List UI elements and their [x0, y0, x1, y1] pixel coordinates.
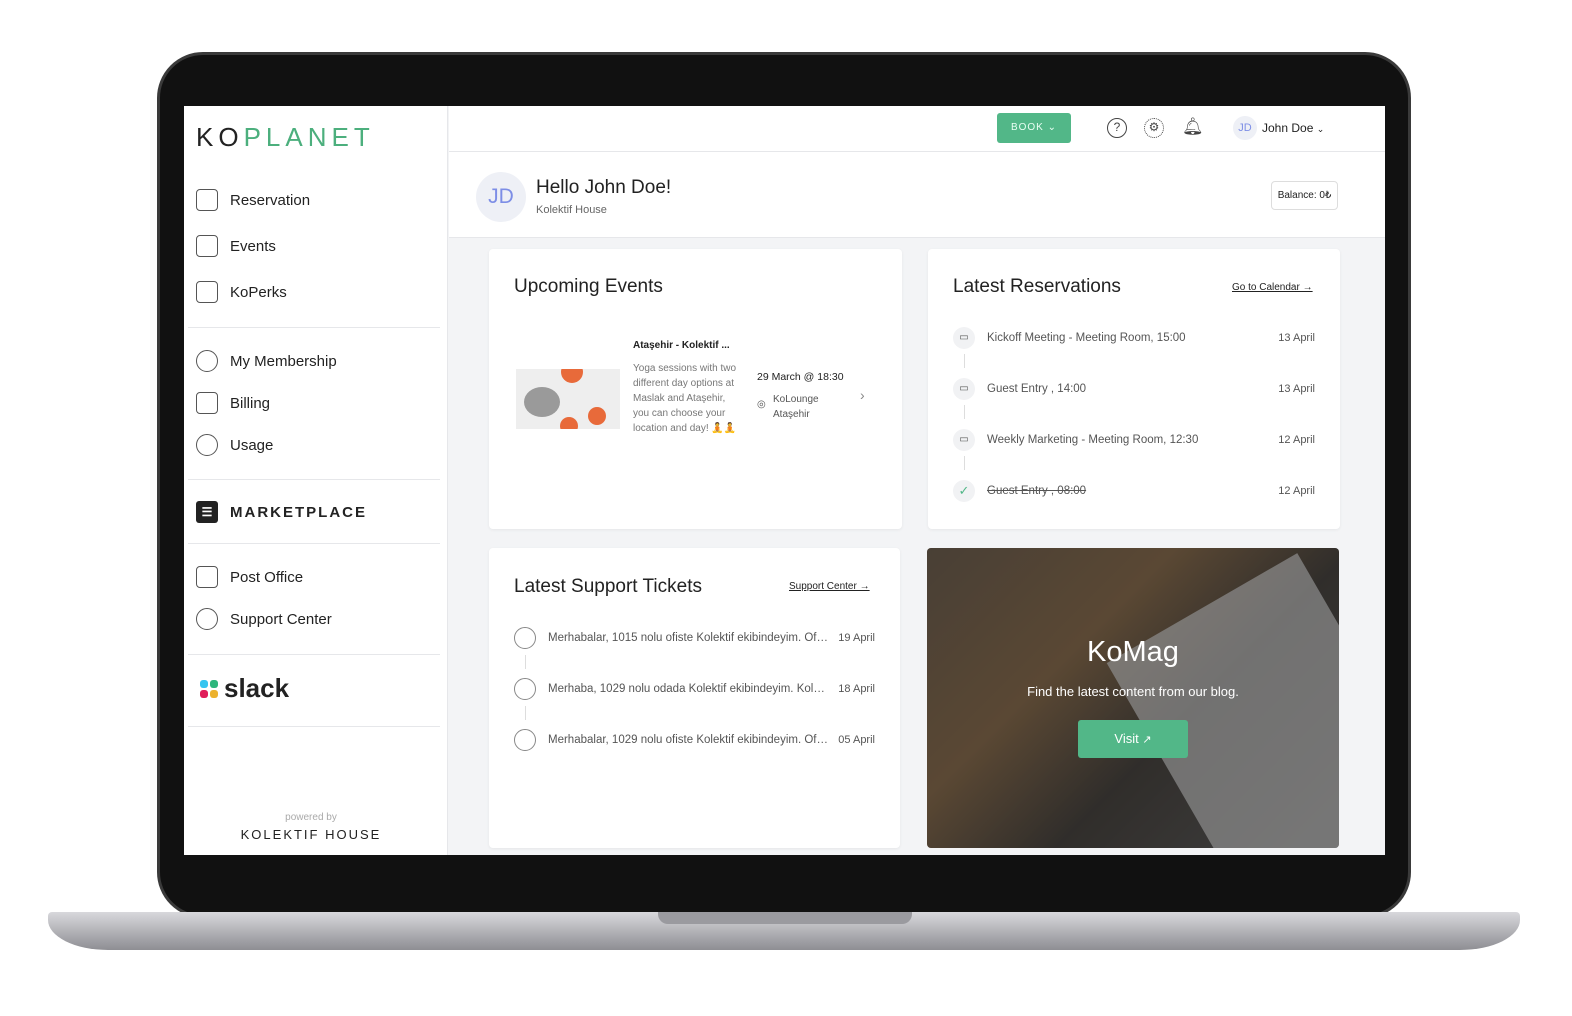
- divider: [188, 479, 440, 480]
- sidebar-item-support-center[interactable]: Support Center: [196, 608, 332, 630]
- card-title: Latest Support Tickets: [514, 576, 702, 597]
- user-icon: [196, 350, 218, 372]
- app-screen: KOPLANET Reservation Events KoPerks My M…: [184, 106, 1385, 855]
- reservation-item-completed[interactable]: ✓ Guest Entry , 08:00 12 April: [953, 479, 1315, 503]
- card-title: Latest Reservations: [953, 276, 1121, 297]
- komag-title: KoMag: [1087, 636, 1179, 668]
- message-icon: ▭: [953, 378, 975, 400]
- sidebar-item-my-membership[interactable]: My Membership: [196, 350, 337, 372]
- chevron-right-icon[interactable]: ›: [860, 387, 865, 403]
- go-to-calendar-link[interactable]: Go to Calendar →: [1232, 282, 1313, 293]
- event-description: Yoga sessions with two different day opt…: [633, 363, 737, 434]
- location-pin-icon: ◎: [757, 399, 766, 410]
- sidebar-item-reservation[interactable]: Reservation: [196, 189, 310, 211]
- bell-icon[interactable]: 🔔︎: [1182, 118, 1204, 138]
- greeting-bar: JD Hello John Doe! Kolektif House Balanc…: [449, 152, 1385, 238]
- upcoming-events-card: Upcoming Events Ataşehir - Kolektif ... …: [489, 249, 902, 529]
- logo[interactable]: KOPLANET: [196, 122, 375, 153]
- sidebar-item-usage[interactable]: Usage: [196, 434, 273, 456]
- location-label: Kolektif House: [536, 204, 607, 216]
- lifebuoy-icon: [514, 678, 536, 700]
- event-item[interactable]: Ataşehir - Kolektif ... Yoga sessions wi…: [514, 340, 879, 461]
- support-tickets-card: Latest Support Tickets Support Center → …: [489, 548, 900, 848]
- book-button[interactable]: BOOK ⌄: [997, 113, 1071, 143]
- event-date: 29 March @ 18:30: [757, 371, 844, 383]
- ticket-item[interactable]: Merhabalar, 1015 nolu ofiste Kolektif ek…: [514, 626, 875, 650]
- visit-button[interactable]: Visit ↗: [1078, 720, 1188, 758]
- document-icon: [196, 392, 218, 414]
- clock-icon: [196, 434, 218, 456]
- divider: [188, 726, 440, 727]
- sidebar-item-post-office[interactable]: Post Office: [196, 566, 303, 588]
- komag-subtitle: Find the latest content from our blog.: [1027, 684, 1239, 699]
- divider: [188, 327, 440, 328]
- reservation-item[interactable]: ▭ Weekly Marketing - Meeting Room, 12:30 1…: [953, 428, 1315, 452]
- sidebar-item-marketplace[interactable]: ☰ MARKETPLACE: [196, 501, 367, 523]
- reservation-item[interactable]: ▭ Guest Entry , 14:00 13 April: [953, 377, 1315, 401]
- laptop-notch: [658, 912, 912, 924]
- user-menu[interactable]: John Doe ⌄: [1262, 121, 1324, 135]
- check-icon: ✓: [953, 480, 975, 502]
- gear-icon[interactable]: ⚙: [1144, 118, 1164, 138]
- page-title: Hello John Doe!: [536, 177, 672, 198]
- divider: [188, 543, 440, 544]
- calendar-icon: [196, 189, 218, 211]
- ticket-item[interactable]: Merhaba, 1029 nolu odada Kolektif ekibin…: [514, 677, 875, 701]
- latest-reservations-card: Latest Reservations Go to Calendar → ▭ Ki…: [928, 249, 1340, 529]
- sidebar-item-billing[interactable]: Billing: [196, 392, 270, 414]
- lifebuoy-icon: [514, 729, 536, 751]
- sidebar-item-events[interactable]: Events: [196, 235, 276, 257]
- timeline-line: [525, 655, 526, 669]
- external-link-icon: ↗: [1142, 734, 1152, 746]
- event-image: [516, 369, 620, 429]
- kolektif-house-logo: KOLEKTIF HOUSE: [240, 827, 382, 842]
- chevron-down-icon: ⌄: [1316, 124, 1325, 134]
- mailbox-icon: [196, 566, 218, 588]
- timeline-line: [525, 706, 526, 720]
- sidebar-item-koperks[interactable]: KoPerks: [196, 281, 287, 303]
- help-icon[interactable]: ?: [1107, 118, 1127, 138]
- gift-icon: [196, 281, 218, 303]
- powered-by-label: powered by: [285, 812, 337, 823]
- avatar: JD: [476, 172, 526, 222]
- timeline-line: [964, 354, 965, 368]
- message-icon: ▭: [953, 327, 975, 349]
- reservation-item[interactable]: ▭ Kickoff Meeting - Meeting Room, 15:00 13…: [953, 326, 1315, 350]
- sidebar: KOPLANET Reservation Events KoPerks My M…: [184, 106, 448, 855]
- events-icon: [196, 235, 218, 257]
- lifebuoy-icon: [514, 627, 536, 649]
- avatar[interactable]: JD: [1233, 116, 1257, 140]
- message-icon: ▭: [953, 429, 975, 451]
- ticket-item[interactable]: Merhabalar, 1029 nolu ofiste Kolektif ek…: [514, 728, 875, 752]
- lifebuoy-icon: [196, 608, 218, 630]
- divider: [188, 654, 440, 655]
- event-location: KoLounge Ataşehir: [773, 394, 819, 420]
- top-header: BOOK ⌄ ? ⚙ 🔔︎ JD John Doe ⌄: [449, 106, 1385, 152]
- support-center-link[interactable]: Support Center →: [789, 581, 870, 592]
- slack-link[interactable]: slack: [200, 673, 289, 704]
- slack-logo-icon: [200, 679, 218, 698]
- marketplace-icon: ☰: [196, 501, 218, 523]
- timeline-line: [964, 405, 965, 419]
- event-name: Ataşehir - Kolektif ...: [633, 340, 730, 351]
- timeline-line: [964, 456, 965, 470]
- balance-badge[interactable]: Balance: 0₺: [1271, 181, 1338, 210]
- card-title: Upcoming Events: [514, 276, 663, 297]
- komag-banner: KoMag Find the latest content from our b…: [927, 548, 1339, 848]
